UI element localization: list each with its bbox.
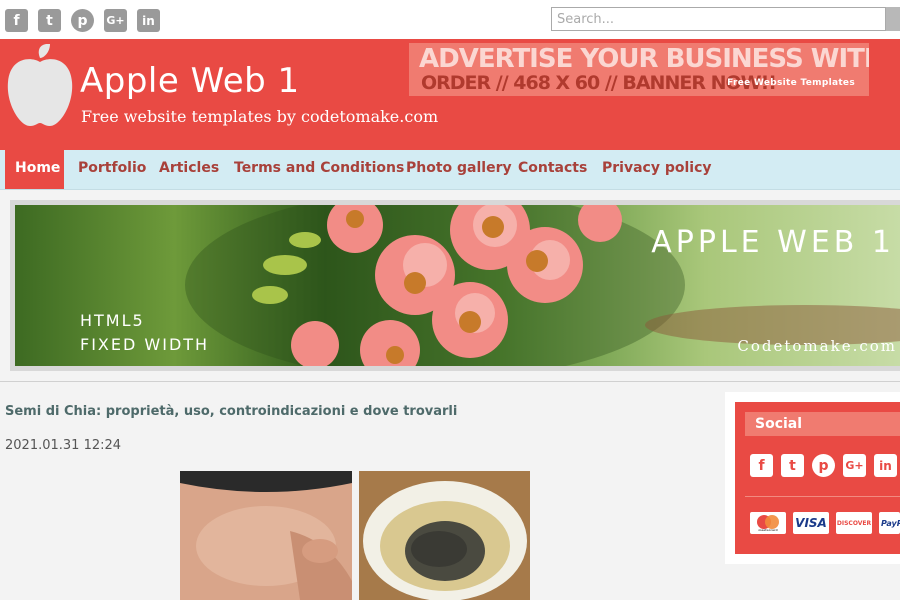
mastercard-label: mastercard <box>758 528 777 532</box>
banner-site: Codetomake.com <box>737 337 897 355</box>
ad-tagline: Free Website Templates <box>727 78 855 88</box>
sidebar-divider <box>745 496 900 497</box>
site-header: Apple Web 1 Free website templates by co… <box>0 39 900 150</box>
search-input[interactable] <box>551 7 886 31</box>
linkedin-icon[interactable]: in <box>137 9 160 32</box>
visa-icon: VISA <box>793 512 829 534</box>
twitter-icon[interactable]: t <box>781 454 804 477</box>
ad-headline: ADVERTISE YOUR BUSINESS WITH US <box>419 44 869 74</box>
advertise-banner[interactable]: ADVERTISE YOUR BUSINESS WITH US ORDER //… <box>409 43 869 96</box>
nav-item-articles[interactable]: Articles <box>149 150 229 189</box>
twitter-icon[interactable]: t <box>38 9 61 32</box>
nav-item-contacts[interactable]: Contacts <box>508 150 597 189</box>
facebook-icon[interactable]: f <box>750 454 773 477</box>
site-subtitle: Free website templates by codetomake.com <box>81 107 439 126</box>
social-heading: Social <box>745 412 900 436</box>
banner-line-2: FIXED WIDTH <box>80 335 210 354</box>
paypal-icon: PayPal <box>879 512 900 534</box>
nav-item-home[interactable]: Home <box>5 150 64 189</box>
search-button[interactable] <box>886 7 900 31</box>
mastercard-icon: mastercard <box>750 512 786 534</box>
google-plus-icon[interactable]: G+ <box>843 454 866 477</box>
pinterest-icon[interactable]: p <box>812 454 835 477</box>
pinterest-icon[interactable]: p <box>71 9 94 32</box>
nav-item-terms[interactable]: Terms and Conditions <box>224 150 414 189</box>
top-social-links: f t p G+ in <box>5 9 160 32</box>
article-image-belly <box>180 471 352 600</box>
top-bar: f t p G+ in <box>0 0 900 39</box>
nav-item-privacy-policy[interactable]: Privacy policy <box>592 150 722 189</box>
article-image-chia <box>359 471 530 600</box>
hero-banner: APPLE WEB 1 HTML5 FIXED WIDTH Codetomake… <box>15 205 900 366</box>
ad-subline: ORDER // 468 X 60 // BANNER NOW!! <box>421 72 777 94</box>
linkedin-icon[interactable]: in <box>874 454 897 477</box>
content-divider <box>0 381 900 382</box>
nav-item-photo-gallery[interactable]: Photo gallery <box>396 150 522 189</box>
banner-title: APPLE WEB 1 <box>651 225 895 260</box>
facebook-icon[interactable]: f <box>5 9 28 32</box>
discover-icon: DISCOVER <box>836 512 872 534</box>
article-date: 2021.01.31 12:24 <box>5 438 122 453</box>
site-title[interactable]: Apple Web 1 <box>80 61 300 101</box>
nav-item-portfolio[interactable]: Portfolio <box>68 150 156 189</box>
banner-line-1: HTML5 <box>80 311 145 330</box>
main-nav: Home Portfolio Articles Terms and Condit… <box>0 150 900 190</box>
sidebar-social-links: f t p G+ in <box>750 454 897 477</box>
article-title[interactable]: Semi di Chia: proprietà, uso, controindi… <box>5 404 457 419</box>
apple-logo-icon[interactable] <box>6 44 74 126</box>
google-plus-icon[interactable]: G+ <box>104 9 127 32</box>
